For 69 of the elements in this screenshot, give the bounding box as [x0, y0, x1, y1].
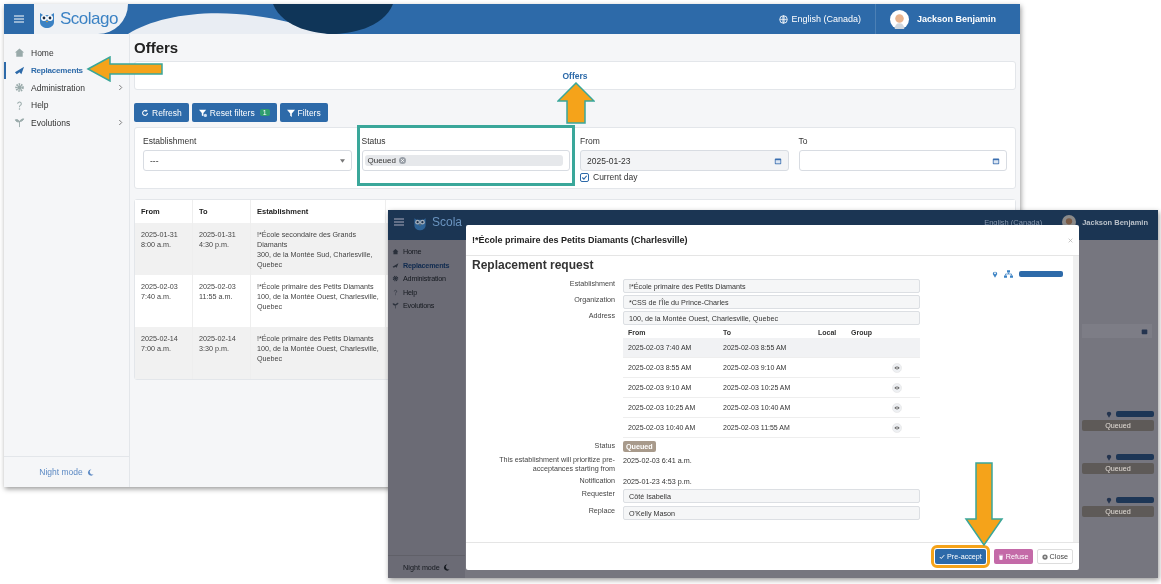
- home-icon: [14, 47, 25, 59]
- brand-name: Scolago: [60, 9, 118, 29]
- field-label: Establishment: [143, 136, 198, 146]
- field-label: To: [798, 136, 809, 146]
- moon-icon: [442, 563, 450, 571]
- calendar-icon[interactable]: [773, 156, 782, 165]
- calendar-icon: [1141, 327, 1148, 335]
- owl-logo-icon: [412, 215, 428, 231]
- reference-tag: [1116, 497, 1154, 503]
- refresh-icon: [141, 108, 149, 117]
- remove-icon[interactable]: [398, 157, 406, 164]
- caret-icon: [339, 158, 345, 163]
- sprout-icon: [392, 302, 399, 310]
- sidebar-item[interactable]: Administration: [4, 79, 129, 97]
- globe-icon: [779, 14, 789, 24]
- select-field[interactable]: ---: [143, 150, 352, 171]
- paper-plane-icon: [14, 64, 25, 76]
- question-mark-icon: [392, 288, 399, 296]
- pin-icon: [1106, 496, 1112, 504]
- eye-icon[interactable]: [892, 362, 902, 373]
- sprout-icon: [14, 117, 25, 129]
- field-label: Status: [361, 136, 387, 146]
- current-day-checkbox[interactable]: Current day: [580, 172, 789, 182]
- pin-icon: [1106, 410, 1112, 418]
- language-selector[interactable]: English (Canada): [779, 14, 861, 24]
- eye-icon[interactable]: [892, 402, 902, 413]
- sidebar-item[interactable]: Home: [4, 44, 60, 62]
- section-heading: Replacement request: [472, 258, 595, 272]
- trash-icon: [997, 553, 1004, 560]
- hierarchy-icon[interactable]: [1004, 270, 1013, 278]
- dialog-title: !*École primaire des Petits Diamants (Charlesville): [472, 235, 688, 245]
- tab[interactable]: Offers: [562, 70, 588, 81]
- sidebar-item[interactable]: Evolutions: [4, 114, 129, 132]
- paper-plane-icon: [392, 261, 399, 269]
- calendar-icon[interactable]: [992, 156, 1000, 165]
- chevron-icon: [118, 84, 123, 92]
- question-mark-icon: [14, 99, 25, 111]
- brand-name: Scola: [432, 215, 463, 229]
- status-chip: Queued: [364, 155, 563, 166]
- menu-icon[interactable]: [4, 4, 34, 34]
- chevron-icon: [118, 119, 123, 127]
- filter-icon: [286, 108, 295, 117]
- date-field[interactable]: [798, 150, 1007, 171]
- gear-icon: [14, 82, 25, 94]
- date-field[interactable]: 2025-01-23: [580, 150, 789, 171]
- reference-tag: [1019, 271, 1063, 277]
- home-icon: [392, 248, 399, 256]
- filters-button[interactable]: Filters: [279, 103, 328, 122]
- multi-select-field[interactable]: Queued: [361, 150, 570, 171]
- eye-icon[interactable]: [892, 382, 902, 393]
- refresh-button[interactable]: Refresh: [134, 103, 189, 122]
- sidebar-item[interactable]: Help: [4, 96, 55, 114]
- field-label: From: [580, 136, 601, 146]
- gear-icon: [392, 275, 399, 283]
- pin-icon[interactable]: [992, 270, 998, 278]
- pointer-arrow: [557, 82, 595, 124]
- checkbox[interactable]: [580, 172, 589, 182]
- avatar-icon[interactable]: [889, 9, 909, 29]
- filter-reset-icon: [198, 108, 207, 117]
- reference-tag: [1116, 454, 1154, 460]
- page-title: Offers: [134, 38, 180, 58]
- check-icon: [939, 553, 946, 560]
- pin-icon: [1106, 453, 1112, 461]
- night-mode-toggle[interactable]: Night mode: [4, 456, 129, 487]
- moon-icon: [86, 468, 94, 476]
- user-name[interactable]: Jackson Benjamin: [916, 14, 996, 24]
- close-circle-icon: [1041, 553, 1048, 560]
- eye-icon[interactable]: [892, 422, 902, 433]
- reference-tag: [1116, 411, 1154, 417]
